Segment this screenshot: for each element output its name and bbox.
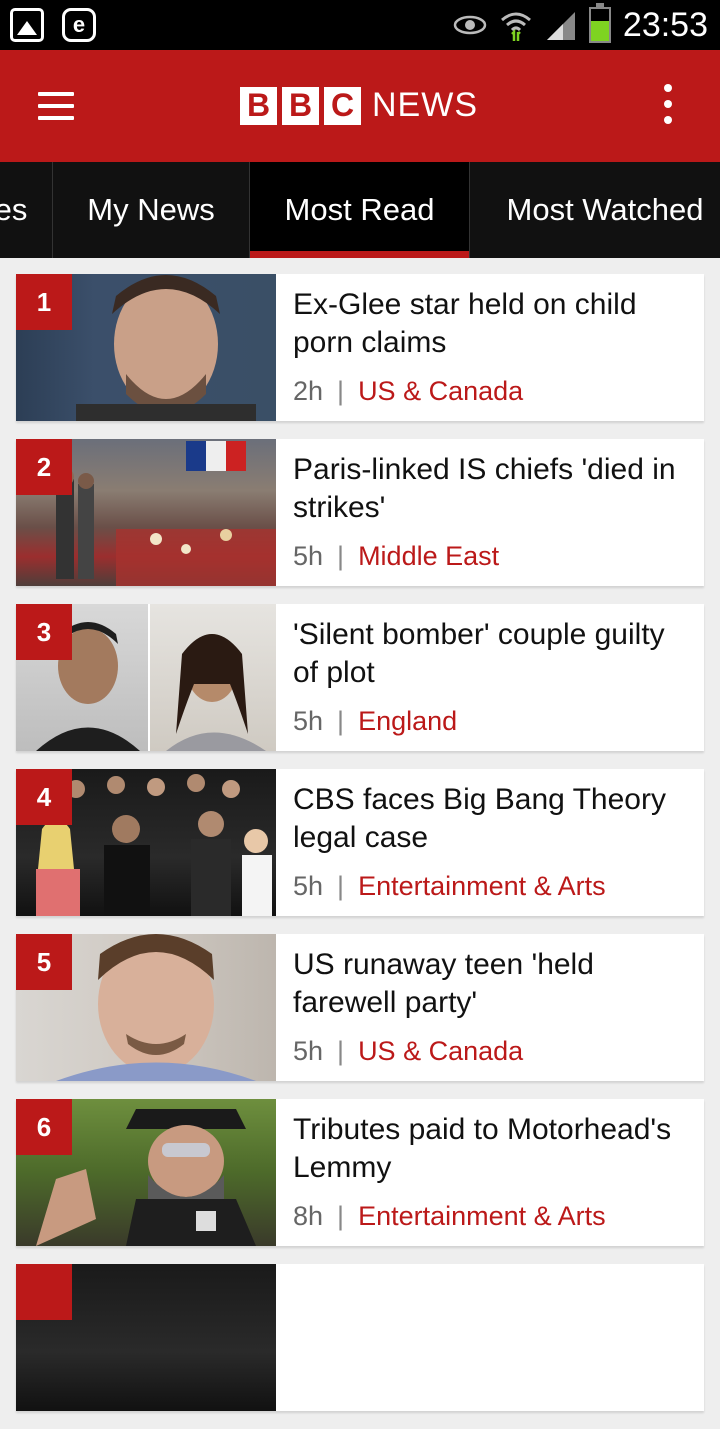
status-bar: e 23:53 xyxy=(0,0,720,50)
article-section-link[interactable]: England xyxy=(358,706,457,737)
article-age: 5h xyxy=(293,541,324,571)
wifi-icon xyxy=(500,12,531,41)
article-section-link[interactable]: Entertainment & Arts xyxy=(358,871,606,902)
article-section-link[interactable]: Middle East xyxy=(358,541,499,572)
article-thumbnail: 5 xyxy=(16,934,276,1081)
list-item[interactable]: 1 Ex-Glee star held on child porn claims… xyxy=(16,274,704,421)
article-thumbnail: 4 xyxy=(16,769,276,916)
tab-bar: es My News Most Read Most Watched xyxy=(0,162,720,258)
article-headline: Paris-linked IS chiefs 'died in strikes' xyxy=(293,453,676,524)
meta-divider: | xyxy=(337,376,345,406)
meta-divider: | xyxy=(337,1036,345,1066)
list-item[interactable]: 4 CBS faces Big Bang Theory legal case 5… xyxy=(16,769,704,916)
article-headline: US runaway teen 'held farewell party' xyxy=(293,948,594,1019)
tab-previous[interactable]: es xyxy=(0,162,52,258)
article-age: 5h xyxy=(293,1036,324,1066)
article-age: 5h xyxy=(293,706,324,736)
article-meta: 5h | Entertainment & Arts xyxy=(293,871,606,902)
article-headline: Ex-Glee star held on child porn claims xyxy=(293,288,637,359)
list-item[interactable]: 2 Paris-linked IS chiefs 'died in strike… xyxy=(16,439,704,586)
clock: 23:53 xyxy=(622,5,708,44)
article-thumbnail: 6 xyxy=(16,1099,276,1246)
rank-badge: 4 xyxy=(16,769,72,825)
article-headline: Tributes paid to Motorhead's Lemmy xyxy=(293,1113,672,1184)
article-age: 5h xyxy=(293,871,324,901)
browser-notification-icon: e xyxy=(62,8,96,42)
article-thumbnail: 1 xyxy=(16,274,276,421)
more-options-icon[interactable] xyxy=(664,84,672,132)
gallery-notification-icon xyxy=(10,8,44,42)
signal-icon xyxy=(546,12,575,40)
battery-icon xyxy=(588,3,611,43)
meta-divider: | xyxy=(337,541,345,571)
tab-most-read[interactable]: Most Read xyxy=(250,162,469,258)
logo-letter-c: C xyxy=(324,86,361,125)
rank-badge: 2 xyxy=(16,439,72,495)
article-thumbnail: 2 xyxy=(16,439,276,586)
bbc-news-logo: B B C NEWS xyxy=(240,86,478,125)
article-meta: 5h | US & Canada xyxy=(293,1036,523,1067)
rank-badge: 1 xyxy=(16,274,72,330)
tab-most-watched[interactable]: Most Watched xyxy=(470,162,720,258)
article-headline: CBS faces Big Bang Theory legal case xyxy=(293,783,666,854)
meta-divider: | xyxy=(337,706,345,736)
logo-letter-b1: B xyxy=(240,86,277,125)
article-age: 8h xyxy=(293,1201,324,1231)
most-read-list: 1 Ex-Glee star held on child porn claims… xyxy=(16,274,704,1429)
tab-my-news[interactable]: My News xyxy=(53,162,249,258)
list-item[interactable]: 6 Tributes paid to Motorhead's Lemmy 8h … xyxy=(16,1099,704,1246)
article-meta: 8h | Entertainment & Arts xyxy=(293,1201,606,1232)
eye-icon xyxy=(453,15,487,35)
article-section-link[interactable]: US & Canada xyxy=(358,376,523,407)
logo-letter-b2: B xyxy=(282,86,319,125)
rank-badge: 3 xyxy=(16,604,72,660)
article-age: 2h xyxy=(293,376,324,406)
article-thumbnail: 3 xyxy=(16,604,276,751)
rank-badge xyxy=(16,1264,72,1320)
logo-news-text: NEWS xyxy=(372,86,478,124)
menu-icon[interactable] xyxy=(38,92,74,120)
meta-divider: | xyxy=(337,871,345,901)
list-item[interactable]: 5 US runaway teen 'held farewell party' … xyxy=(16,934,704,1081)
app-header: B B C NEWS xyxy=(0,50,720,162)
article-headline: 'Silent bomber' couple guilty of plot xyxy=(293,618,665,689)
article-thumbnail xyxy=(16,1264,276,1411)
article-meta: 2h | US & Canada xyxy=(293,376,523,407)
article-section-link[interactable]: US & Canada xyxy=(358,1036,523,1067)
rank-badge: 6 xyxy=(16,1099,72,1155)
meta-divider: | xyxy=(337,1201,345,1231)
article-meta: 5h | Middle East xyxy=(293,541,499,572)
article-section-link[interactable]: Entertainment & Arts xyxy=(358,1201,606,1232)
rank-badge: 5 xyxy=(16,934,72,990)
list-item-partial[interactable] xyxy=(16,1264,704,1411)
article-meta: 5h | England xyxy=(293,706,457,737)
list-item[interactable]: 3 'Silent bomber' couple guilty of plot … xyxy=(16,604,704,751)
